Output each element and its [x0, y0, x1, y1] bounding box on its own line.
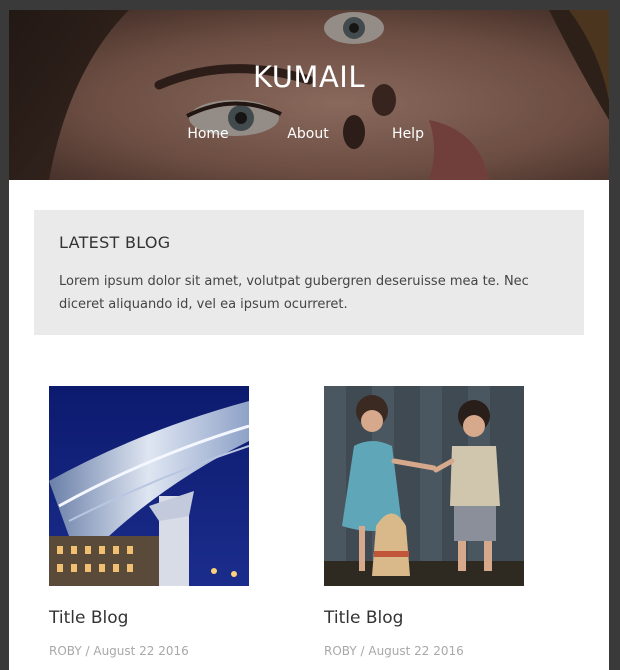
site-title: KUMAIL [252, 60, 366, 94]
latest-blog-description: Lorem ipsum dolor sit amet, volutpat gub… [59, 274, 529, 312]
main-nav: Home About Help [9, 126, 609, 146]
post-title[interactable]: Title Blog [49, 608, 128, 628]
blog-post-card: Title Blog ROBY / August 22 2016 [49, 386, 249, 658]
latest-blog-box: LATEST BLOG Lorem ipsum dolor sit amet, … [34, 210, 584, 335]
post-thumbnail-building[interactable] [49, 386, 249, 586]
hero-overlay [9, 10, 609, 180]
latest-blog-heading: LATEST BLOG [59, 233, 171, 252]
post-title[interactable]: Title Blog [324, 608, 403, 628]
post-meta: ROBY / August 22 2016 [49, 644, 189, 658]
nav-item-home[interactable]: Home [187, 126, 228, 142]
email-page: KUMAIL Home About Help LATEST BLOG Lorem… [9, 10, 609, 670]
post-thumbnail-children[interactable] [324, 386, 524, 586]
post-meta: ROBY / August 22 2016 [324, 644, 464, 658]
nav-item-help[interactable]: Help [392, 126, 424, 142]
blog-post-card: Title Blog ROBY / August 22 2016 [324, 386, 524, 658]
header-hero: KUMAIL Home About Help [9, 10, 609, 180]
nav-item-about[interactable]: About [287, 126, 328, 142]
